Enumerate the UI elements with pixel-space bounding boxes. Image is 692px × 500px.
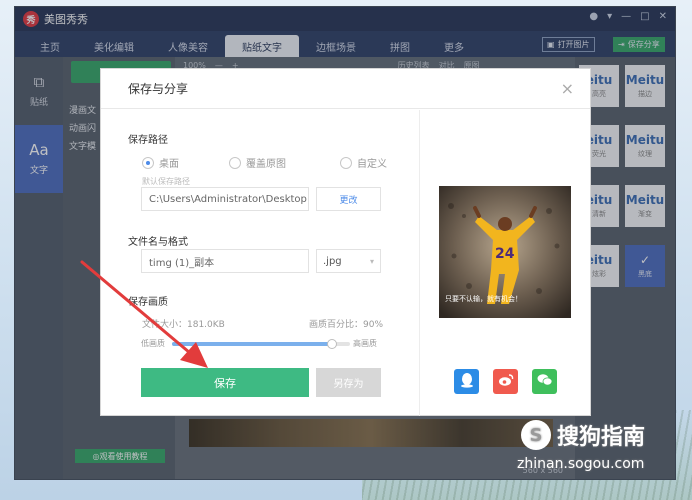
watermark-url: zhinan.sogou.com [517, 456, 645, 472]
quality-slider-thumb[interactable] [327, 339, 338, 349]
image-preview: 24 只要不认输，就有机会！ [439, 186, 571, 318]
radio-desktop[interactable]: 桌面 [142, 155, 179, 170]
share-qq-button[interactable] [454, 369, 479, 394]
share-weibo-button[interactable] [493, 369, 518, 394]
watermark: S 搜狗指南 [521, 419, 645, 451]
weibo-icon [498, 373, 514, 390]
save-button[interactable]: 保存 [141, 368, 309, 397]
preview-illustration: 24 只要不认输，就有机会！ [439, 186, 571, 318]
save-path-field[interactable]: C:\Users\Administrator\Desktop [141, 187, 309, 211]
format-value: .jpg [323, 255, 342, 267]
quality-percent-label: 画质百分比：90% [309, 320, 384, 330]
radio-custom[interactable]: 自定义 [340, 155, 387, 170]
quality-heading: 保存画质 [128, 297, 168, 308]
high-quality-label: 高画质 [353, 339, 377, 348]
radio-custom-label: 自定义 [357, 159, 387, 170]
watermark-brand: 搜狗指南 [557, 425, 646, 450]
share-wechat-button[interactable] [532, 369, 557, 394]
radio-unchecked-icon [229, 156, 241, 169]
radio-overwrite-label: 覆盖原图 [246, 159, 286, 170]
close-icon[interactable]: × [561, 81, 574, 97]
radio-unchecked-icon [340, 156, 352, 169]
filename-input[interactable]: timg (1)_副本 [141, 249, 309, 273]
chevron-down-icon: ▾ [369, 256, 374, 266]
wechat-icon [537, 373, 553, 390]
low-quality-label: 低画质 [141, 339, 165, 348]
save-share-dialog: 保存与分享 × 保存路径 桌面 覆盖原图 自定义 默认保存路径 C:\Users… [100, 68, 591, 416]
sogou-logo: S [521, 420, 551, 450]
change-path-button[interactable]: 更改 [316, 187, 381, 211]
radio-desktop-label: 桌面 [159, 159, 179, 170]
quality-slider[interactable] [172, 339, 350, 349]
radio-checked-icon [142, 156, 154, 169]
format-select[interactable]: .jpg ▾ [316, 249, 381, 273]
save-path-heading: 保存路径 [128, 135, 168, 146]
dialog-title: 保存与分享 [101, 69, 590, 109]
quality-slider-fill [172, 342, 333, 346]
default-path-hint: 默认保存路径 [142, 177, 190, 186]
dialog-divider [419, 110, 420, 416]
file-size-label: 文件大小：181.0KB [142, 320, 225, 330]
filename-heading: 文件名与格式 [128, 237, 188, 248]
qq-icon [460, 372, 474, 391]
save-as-button[interactable]: 另存为 [316, 368, 381, 397]
radio-overwrite[interactable]: 覆盖原图 [229, 155, 286, 170]
preview-caption: 只要不认输，就有机会！ [445, 294, 522, 303]
jersey-number: 24 [495, 246, 515, 262]
